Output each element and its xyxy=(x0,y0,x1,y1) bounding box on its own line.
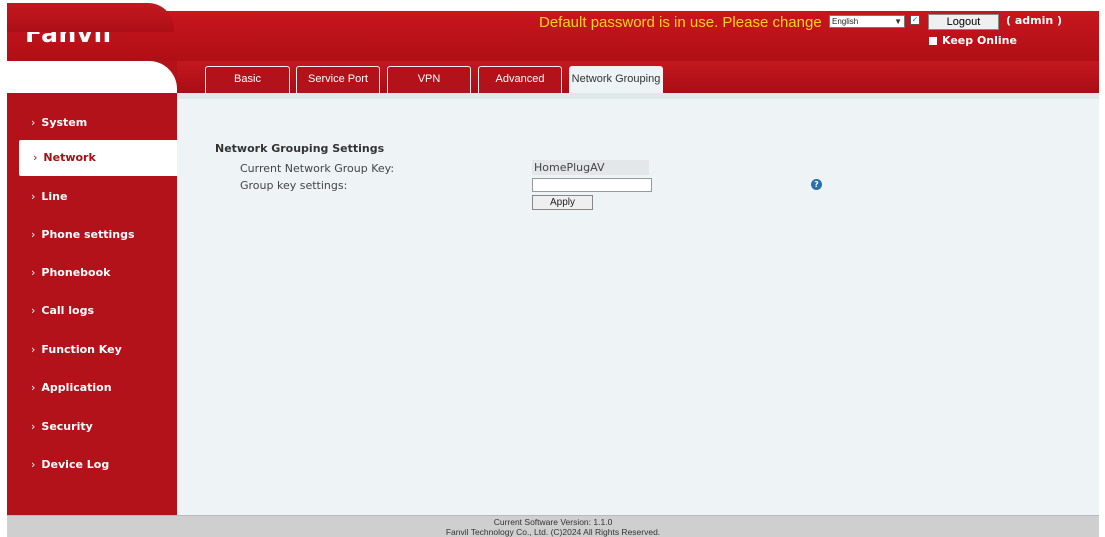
chevron-right-icon: › xyxy=(31,116,36,129)
sidebar-item-phone-settings[interactable]: › Phone settings xyxy=(7,217,177,253)
sidebar-item-call-logs[interactable]: › Call logs xyxy=(7,293,177,329)
sidebar-item-network[interactable]: › Network xyxy=(19,140,177,176)
copyright: Fanvil Technology Co., Ltd. (C)2024 All … xyxy=(445,527,661,537)
tab-vpn[interactable]: VPN xyxy=(387,66,471,93)
apply-button[interactable]: Apply xyxy=(532,195,593,210)
sidebar-item-label: Network xyxy=(43,151,96,164)
chevron-right-icon: › xyxy=(31,228,36,241)
sidebar-item-label: Security xyxy=(41,420,93,433)
default-password-warning[interactable]: Default password is in use. Please chang… xyxy=(539,14,822,31)
chevron-right-icon: › xyxy=(31,266,36,279)
section-title: Network Grouping Settings xyxy=(215,142,385,155)
sidebar-item-label: Phonebook xyxy=(41,266,111,279)
current-user-label: ( admin ) xyxy=(1006,14,1063,27)
tab-bar: Basic Service Port VPN Advanced Network … xyxy=(177,61,1099,94)
sidebar-item-line[interactable]: › Line xyxy=(7,179,177,215)
main-content: Network Grouping Settings Current Networ… xyxy=(177,93,1099,515)
sidebar-item-label: Application xyxy=(41,381,112,394)
sidebar-item-label: Phone settings xyxy=(41,228,135,241)
tab-basic[interactable]: Basic xyxy=(205,66,290,93)
sidebar-item-label: Line xyxy=(41,190,68,203)
sidebar-top-band xyxy=(7,3,174,32)
current-group-key-value: HomePlugAV xyxy=(532,160,649,175)
chevron-down-icon: ▼ xyxy=(894,17,902,26)
app-frame: Fanvil Default password is in use. Pleas… xyxy=(7,0,1099,537)
sidebar-item-device-log[interactable]: › Device Log xyxy=(7,447,177,483)
chevron-right-icon: › xyxy=(33,151,38,164)
sidebar-item-function-key[interactable]: › Function Key xyxy=(7,332,177,368)
sidebar-item-label: Function Key xyxy=(41,343,122,356)
keep-online-label: Keep Online xyxy=(942,34,1017,47)
chevron-right-icon: › xyxy=(31,343,36,356)
language-select[interactable]: English ▼ xyxy=(829,15,905,28)
keep-online-checkbox[interactable] xyxy=(929,37,937,45)
language-select-value: English xyxy=(832,17,859,26)
tab-network-grouping[interactable]: Network Grouping xyxy=(569,66,663,94)
sidebar-item-label: System xyxy=(41,116,88,129)
logout-button[interactable]: Logout xyxy=(928,14,999,30)
chevron-right-icon: › xyxy=(31,420,36,433)
sidebar-item-system[interactable]: › System xyxy=(7,105,177,141)
tab-advanced[interactable]: Advanced xyxy=(478,66,562,93)
current-group-key-label: Current Network Group Key: xyxy=(240,162,395,175)
sidebar-nav: › System › Network › Line › Phone settings ›… xyxy=(7,61,177,515)
chevron-right-icon: › xyxy=(31,381,36,394)
group-key-settings-label: Group key settings: xyxy=(240,179,348,192)
software-version: Current Software Version: 1.1.0 xyxy=(493,517,613,527)
chevron-right-icon: › xyxy=(31,458,36,471)
sidebar-item-phonebook[interactable]: › Phonebook xyxy=(7,255,177,291)
chevron-right-icon: › xyxy=(31,190,36,203)
sidebar-item-security[interactable]: › Security xyxy=(7,409,177,445)
footer: Current Software Version: 1.1.0 Fanvil T… xyxy=(7,515,1099,537)
content-divider xyxy=(177,93,1099,99)
group-key-input[interactable] xyxy=(532,178,652,192)
tab-service-port[interactable]: Service Port xyxy=(296,66,380,93)
header-checkbox[interactable]: ✓ xyxy=(910,15,920,25)
sidebar-item-label: Call logs xyxy=(41,304,95,317)
help-icon[interactable]: ? xyxy=(811,179,822,190)
chevron-right-icon: › xyxy=(31,304,36,317)
sidebar-item-label: Device Log xyxy=(41,458,110,471)
sidebar-item-application[interactable]: › Application xyxy=(7,370,177,406)
